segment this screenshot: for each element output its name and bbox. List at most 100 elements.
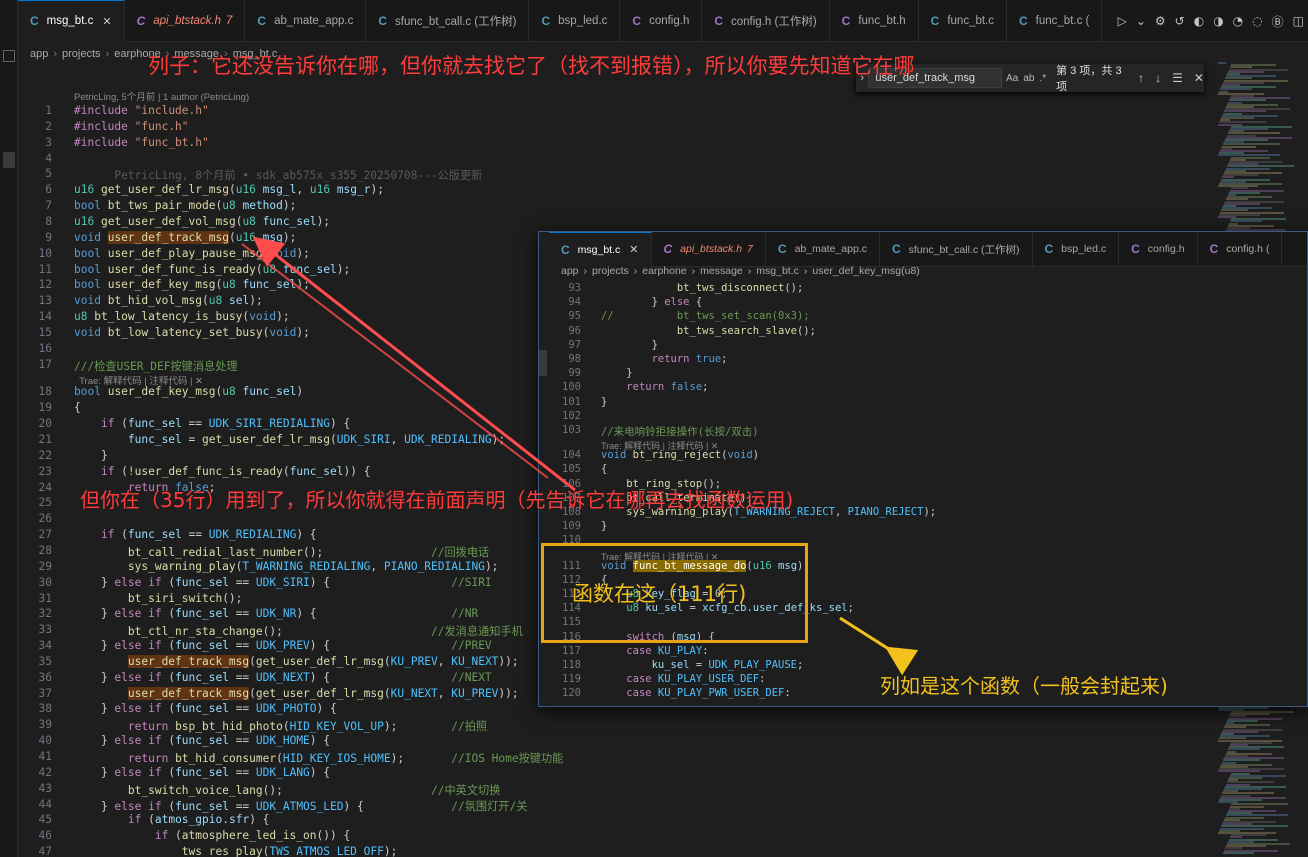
- regex-toggle[interactable]: .*: [1039, 73, 1046, 84]
- line-number: 29: [38, 559, 52, 573]
- main-tab-0[interactable]: Cmsg_bt.c ✕: [18, 0, 125, 42]
- line-number: 11: [38, 262, 52, 276]
- line-number: 40: [38, 734, 52, 748]
- c-header-icon: C: [1131, 242, 1140, 256]
- overlay-breadcrumb-item[interactable]: msg_bt.c: [756, 265, 799, 277]
- overlay-tab-0[interactable]: Cmsg_bt.c ✕: [549, 232, 652, 267]
- code-line: } else {: [601, 296, 703, 309]
- line-number: 44: [38, 797, 52, 811]
- tab-label: config.h: [1147, 243, 1185, 255]
- copilot-icon[interactable]: Ⓑ: [1272, 13, 1284, 30]
- history-icon[interactable]: ↺: [1175, 14, 1185, 28]
- tab-error-count: 7: [747, 243, 753, 255]
- main-tab-9[interactable]: Cfunc_bt.c (: [1007, 0, 1103, 42]
- line-number: 17: [38, 357, 52, 371]
- line-number: 47: [38, 845, 52, 857]
- match-case-toggle[interactable]: Aa: [1006, 73, 1018, 84]
- main-tab-5[interactable]: Cconfig.h: [620, 0, 703, 42]
- line-number: 45: [38, 813, 52, 827]
- author-codelens[interactable]: PetricLing, 5个月前 | 1 author (PetricLing): [74, 89, 249, 103]
- main-tab-4[interactable]: Cbsp_led.c: [529, 0, 621, 42]
- run-icon[interactable]: ▷: [1118, 14, 1127, 28]
- overlay-tab-1[interactable]: Capi_btstack.h 7: [652, 232, 766, 267]
- overlay-breadcrumb-item[interactable]: message: [700, 265, 743, 277]
- match-word-toggle[interactable]: ab: [1023, 73, 1034, 84]
- code-line: bt_ctl_nr_sta_change(); //发消息通知手机: [127, 625, 523, 639]
- overlay-tab-4[interactable]: Cbsp_led.c: [1033, 232, 1120, 267]
- code-line: bool user_def_key_msg(u8 func_sel): [74, 385, 304, 399]
- split-editor-icon[interactable]: ◫: [1293, 14, 1304, 28]
- chevron-down-icon[interactable]: ⌄: [1136, 14, 1146, 28]
- line-number: 105: [562, 463, 581, 476]
- code-line: u8 bt_low_latency_is_busy(void);: [74, 310, 290, 324]
- tab-label: bsp_led.c: [558, 14, 608, 27]
- forward-icon[interactable]: ◑: [1213, 14, 1223, 28]
- overlay-breadcrumb-item[interactable]: earphone: [642, 265, 686, 277]
- overlay-tab-5[interactable]: Cconfig.h: [1119, 232, 1198, 267]
- find-in-selection-icon[interactable]: ☰: [1172, 71, 1183, 85]
- code-line: case KU_PLAY:: [626, 644, 709, 657]
- main-tab-2[interactable]: Cab_mate_app.c: [245, 0, 367, 42]
- line-number: 31: [38, 591, 52, 605]
- close-tab-icon[interactable]: ✕: [629, 243, 638, 256]
- gear-icon[interactable]: ⚙: [1155, 14, 1166, 28]
- overlay-breadcrumb-item[interactable]: user_def_key_msg(u8): [812, 265, 919, 277]
- line-number: 10: [38, 246, 52, 260]
- code-line: return true;: [651, 353, 728, 365]
- annotation-top: 列子：它还没告诉你在哪，但你就去找它了（找不到报错），所以你要先知道它在哪: [148, 54, 915, 78]
- line-number: 95: [568, 310, 581, 323]
- line-number: 119: [562, 673, 581, 686]
- split-icon[interactable]: ◔: [1233, 14, 1243, 28]
- tab-label: sfunc_bt_call.c (工作树): [908, 243, 1020, 256]
- overlay-tab-bar: Cmsg_bt.c ✕ Capi_btstack.h 7 Cab_mate_app.c C…: [549, 232, 1307, 267]
- line-number: 27: [38, 528, 52, 542]
- annotation-right: 列如是这个函数（一般会封起来): [880, 674, 1168, 698]
- line-number: 19: [38, 401, 52, 415]
- line-number: 117: [562, 644, 581, 657]
- close-tab-icon[interactable]: ✕: [102, 15, 111, 28]
- overlay-breadcrumb-item[interactable]: app: [561, 265, 579, 277]
- minimap-line: [1223, 851, 1254, 854]
- main-breadcrumb-item[interactable]: projects: [62, 48, 101, 60]
- back-icon[interactable]: ◐: [1194, 14, 1204, 28]
- line-number: 30: [38, 575, 52, 589]
- annotation-middle: 但你在（35行）用到了，所以你就得在前面声明（先告诉它在哪再去找函数运用): [80, 488, 794, 512]
- line-number: 97: [568, 338, 581, 351]
- code-line: } else if (func_sel == UDK_PHOTO) {: [74, 702, 337, 716]
- line-number: 109: [562, 520, 581, 533]
- line-number: 13: [38, 294, 52, 308]
- line-number: 5: [45, 167, 52, 181]
- main-tab-7[interactable]: Cfunc_bt.h: [830, 0, 919, 42]
- code-line: user_def_track_msg(get_user_def_lr_msg(K…: [127, 686, 519, 700]
- main-tab-3[interactable]: Csfunc_bt_call.c (工作树): [366, 0, 530, 42]
- main-breadcrumb-item[interactable]: app: [30, 48, 48, 60]
- explorer-icon[interactable]: [3, 50, 15, 62]
- main-tab-8[interactable]: Cfunc_bt.c: [919, 0, 1007, 42]
- main-tab-6[interactable]: Cconfig.h (工作树): [702, 0, 830, 42]
- previous-match-icon[interactable]: ↑: [1138, 71, 1144, 85]
- code-line: return bsp_bt_hid_photo(HID_KEY_VOL_UP);…: [127, 720, 488, 734]
- overlay-tab-3[interactable]: Csfunc_bt_call.c (工作树): [880, 232, 1033, 267]
- activity-strip: [0, 0, 18, 857]
- code-line: if (!user_def_func_is_ready(func_sel)) {: [100, 464, 371, 478]
- code-line: if (func_sel == UDK_REDIALING) {: [100, 528, 317, 542]
- line-number: 24: [38, 480, 52, 494]
- code-line: bt_tws_search_slave();: [676, 324, 816, 337]
- c-file-icon: C: [30, 14, 39, 28]
- code-line: // bt_tws_set_scan(0x3);: [601, 310, 810, 323]
- overlay-breadcrumb-item[interactable]: projects: [592, 265, 629, 277]
- line-number: 6: [45, 183, 52, 197]
- overlay-tab-6[interactable]: Cconfig.h (: [1198, 232, 1283, 267]
- code-line: //来电响铃拒接操作(长按/双击): [601, 426, 759, 438]
- line-number: 98: [568, 353, 581, 365]
- code-line: } else if (func_sel == UDK_LANG) {: [74, 765, 331, 779]
- code-line: case KU_PLAY_USER_DEF:: [626, 673, 766, 686]
- next-match-icon[interactable]: ↓: [1155, 71, 1161, 85]
- code-line: ku_sel = UDK_PLAY_PAUSE;: [651, 659, 804, 671]
- main-tab-1[interactable]: Capi_btstack.h 7: [125, 0, 246, 42]
- code-line: bt_tws_disconnect();: [676, 282, 804, 294]
- overlay-tab-2[interactable]: Cab_mate_app.c: [766, 232, 880, 267]
- close-find-icon[interactable]: ✕: [1194, 71, 1204, 85]
- sync-icon[interactable]: ◌: [1252, 14, 1262, 28]
- line-number: 101: [562, 395, 581, 408]
